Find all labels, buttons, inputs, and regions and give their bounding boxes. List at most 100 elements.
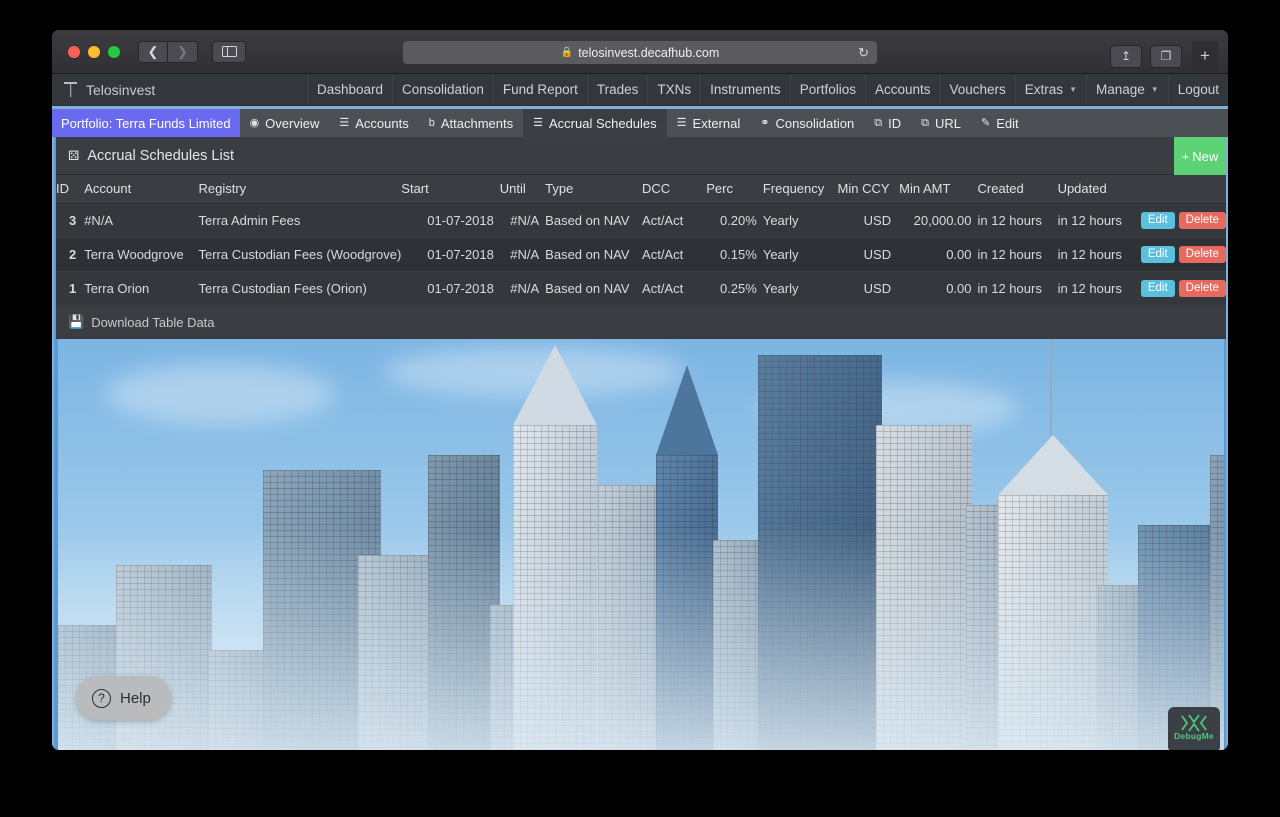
cell-id: 1 [56, 272, 84, 306]
building-spire [513, 345, 597, 425]
reload-icon[interactable]: ↻ [858, 45, 869, 61]
column-header-id[interactable]: ID [56, 175, 84, 204]
table-row[interactable]: 2Terra WoodgroveTerra Custodian Fees (Wo… [56, 238, 1226, 272]
column-header-frequency[interactable]: Frequency [763, 175, 838, 204]
subnav-item-label: Attachments [441, 116, 513, 131]
table-row[interactable]: 3#N/ATerra Admin Fees01-07-2018#N/ABased… [56, 204, 1226, 238]
edit-button[interactable]: Edit [1141, 280, 1175, 297]
column-header-start[interactable]: Start [401, 175, 500, 204]
back-chevron-icon[interactable]: ❮ [138, 41, 168, 63]
topnav-item-accounts[interactable]: Accounts [865, 74, 940, 105]
telosinvest-logo-icon [64, 82, 77, 97]
panel-footer: 💾 Download Table Data [56, 306, 1226, 339]
subnav-item-accrual-schedules[interactable]: ☰Accrual Schedules [523, 109, 667, 137]
edit-button[interactable]: Edit [1141, 212, 1175, 229]
portfolio-title-pill[interactable]: Portfolio: Terra Funds Limited [52, 109, 240, 137]
cell-account: #N/A [84, 204, 198, 238]
topnav-item-vouchers[interactable]: Vouchers [940, 74, 1015, 105]
column-header-actions [1141, 175, 1226, 204]
edit-pencil-icon: ✎ [981, 118, 990, 129]
topnav-item-fund-report[interactable]: Fund Report [493, 74, 587, 105]
list-icon: ☰ [339, 118, 349, 129]
delete-button[interactable]: Delete [1179, 280, 1226, 297]
topnav-item-txns[interactable]: TXNs [647, 74, 700, 105]
subnav-item-consolidation[interactable]: ⚭Consolidation [750, 109, 864, 137]
app-top-navigation: Telosinvest Dashboard Consolidation Fund R… [52, 74, 1228, 106]
cell-account: Terra Orion [84, 272, 198, 306]
topnav-item-label: Trades [597, 82, 639, 97]
topnav-item-label: Logout [1178, 82, 1219, 97]
delete-button[interactable]: Delete [1179, 246, 1226, 263]
edit-button[interactable]: Edit [1141, 246, 1175, 263]
app-brand[interactable]: Telosinvest [52, 74, 167, 105]
address-bar[interactable]: 🔒 telosinvest.decafhub.com ↻ [403, 41, 877, 64]
column-header-until[interactable]: Until [500, 175, 545, 204]
cell-min-amt: 0.00 [899, 272, 977, 306]
column-header-created[interactable]: Created [978, 175, 1058, 204]
antenna [1050, 339, 1052, 435]
subnav-item-label: Overview [265, 116, 319, 131]
column-header-perc[interactable]: Perc [706, 175, 763, 204]
minimize-window-button[interactable] [88, 46, 100, 58]
topnav-item-trades[interactable]: Trades [587, 74, 648, 105]
column-header-registry[interactable]: Registry [199, 175, 402, 204]
topnav-item-portfolios[interactable]: Portfolios [790, 74, 865, 105]
debugme-badge[interactable]: DebugMe [1168, 707, 1220, 750]
subnav-item-id[interactable]: ⧉ID [864, 109, 911, 137]
cell-frequency: Yearly [763, 204, 838, 238]
download-table-data-link[interactable]: Download Table Data [91, 315, 214, 330]
panel-container: ⚄ Accrual Schedules List + New IDAccount… [52, 137, 1228, 750]
subnav-item-label: Edit [996, 116, 1018, 131]
column-header-min-ccy[interactable]: Min CCY [838, 175, 900, 204]
cell-until: #N/A [500, 204, 545, 238]
topnav-item-consolidation[interactable]: Consolidation [392, 74, 493, 105]
subnav-item-label: Accrual Schedules [549, 116, 657, 131]
plus-icon: + [1182, 149, 1190, 164]
subnav-item-url[interactable]: ⧉URL [911, 109, 971, 137]
maximize-window-button[interactable] [108, 46, 120, 58]
share-icon[interactable]: ↥ [1110, 45, 1142, 68]
topnav-item-label: Manage [1096, 82, 1145, 97]
forward-chevron-icon[interactable]: ❯ [168, 41, 198, 63]
cell-start: 01-07-2018 [401, 238, 500, 272]
topnav-item-manage[interactable]: Manage ▼ [1086, 74, 1168, 105]
topnav-item-label: Consolidation [402, 82, 484, 97]
subnav-item-edit[interactable]: ✎ Edit [971, 109, 1029, 137]
nav-spacer [167, 74, 307, 105]
navigation-buttons: ❮ ❯ [138, 41, 198, 63]
cell-start: 01-07-2018 [401, 204, 500, 238]
cell-created: in 12 hours [978, 238, 1058, 272]
new-tab-button[interactable]: + [1192, 41, 1218, 71]
cell-type: Based on NAV [545, 204, 642, 238]
topnav-item-dashboard[interactable]: Dashboard [307, 74, 392, 105]
subnav-item-attachments[interactable]: ὜bAttachments [419, 109, 523, 137]
eye-icon: ◉ [250, 118, 260, 129]
cell-frequency: Yearly [763, 238, 838, 272]
accrual-schedules-panel: ⚄ Accrual Schedules List + New IDAccount… [54, 137, 1226, 750]
column-header-min-amt[interactable]: Min AMT [899, 175, 977, 204]
cell-type: Based on NAV [545, 272, 642, 306]
sidebar-toggle-icon[interactable] [212, 41, 246, 63]
column-header-updated[interactable]: Updated [1058, 175, 1141, 204]
delete-button[interactable]: Delete [1179, 212, 1226, 229]
close-window-button[interactable] [68, 46, 80, 58]
help-widget-button[interactable]: ? Help [76, 676, 171, 720]
column-header-type[interactable]: Type [545, 175, 642, 204]
cell-perc: 0.20% [706, 204, 763, 238]
new-button[interactable]: + New [1174, 137, 1226, 175]
topnav-item-instruments[interactable]: Instruments [700, 74, 790, 105]
topnav-item-extras[interactable]: Extras▼ [1015, 74, 1086, 105]
subnav-item-accounts[interactable]: ☰Accounts [329, 109, 418, 137]
browser-toolbar: ❮ ❯ 🔒 telosinvest.decafhub.com ↻ ↥ ❐ + [52, 30, 1228, 74]
topnav-item-logout[interactable]: Logout [1168, 74, 1228, 105]
column-header-account[interactable]: Account [84, 175, 198, 204]
subnav-item-overview[interactable]: ◉ Overview [240, 109, 330, 137]
chevron-down-icon: ▼ [1151, 85, 1159, 94]
panel-header: ⚄ Accrual Schedules List + New [56, 137, 1226, 175]
column-header-dcc[interactable]: DCC [642, 175, 706, 204]
accrual-icon: ⚄ [68, 148, 79, 164]
table-row[interactable]: 1Terra OrionTerra Custodian Fees (Orion)… [56, 272, 1226, 306]
show-tabs-icon[interactable]: ❐ [1150, 45, 1182, 68]
subnav-item-external[interactable]: ☰External [667, 109, 751, 137]
subnav-item-label: Consolidation [775, 116, 854, 131]
